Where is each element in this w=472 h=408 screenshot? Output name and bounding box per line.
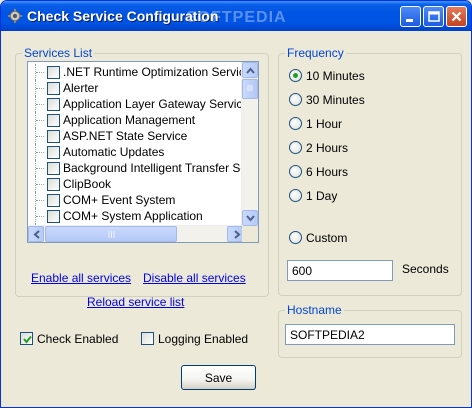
scroll-right-button[interactable] [227,226,243,242]
frequency-radio[interactable] [289,141,302,154]
check-enabled-label: Check Enabled [37,332,119,346]
enable-all-services-link[interactable]: Enable all services [31,271,131,285]
grip-icon [247,85,253,91]
scroll-down-button[interactable] [242,210,258,226]
tree-connector [35,128,46,144]
service-list-item[interactable]: Background Intelligent Transfer Service [28,160,243,176]
services-items: .NET Runtime Optimization Service v2 Aler… [28,64,243,228]
custom-label: Custom [306,231,348,245]
disable-all-services-link[interactable]: Disable all services [143,271,246,285]
softpedia-watermark: SOFTPEDIA [186,9,287,26]
tree-connector [35,112,46,128]
service-label: Application Layer Gateway Service [63,97,243,111]
scroll-corner [242,226,258,242]
checkmark-icon [23,335,32,344]
vertical-scroll-thumb[interactable] [242,79,258,99]
hostname-legend: Hostname [285,303,344,317]
frequency-radio[interactable] [289,93,302,106]
frequency-radio[interactable] [289,189,302,202]
service-label: Background Intelligent Transfer Service [63,161,243,175]
gear-icon [7,8,23,24]
service-list-item[interactable]: COM+ Event System [28,192,243,208]
service-checkbox[interactable] [47,178,60,191]
scroll-up-button[interactable] [242,62,258,78]
service-list-item[interactable]: Automatic Updates [28,144,243,160]
arrow-up-icon [246,67,255,74]
arrow-down-icon [246,215,255,222]
service-list-item[interactable]: ClipBook [28,176,243,192]
service-label: Automatic Updates [63,145,165,159]
frequency-radio[interactable] [289,117,302,130]
check-service-configuration-window: Check Service Configuration SOFTPEDIA Se… [0,0,472,408]
service-list-item[interactable]: ASP.NET State Service [28,128,243,144]
frequency-label: 1 Day [306,189,338,203]
arrow-right-icon [234,230,241,239]
hostname-input[interactable] [285,324,455,345]
tree-connector [35,144,46,160]
horizontal-scroll-thumb[interactable] [45,226,177,242]
service-label: ASP.NET State Service [63,129,188,143]
minimize-icon [406,19,413,22]
logging-enabled-label: Logging Enabled [158,332,249,346]
service-checkbox[interactable] [47,210,60,223]
tree-connector [35,64,46,80]
frequency-label: 10 Minutes [306,69,365,83]
service-label: Application Management [63,113,196,127]
save-button[interactable]: Save [181,365,256,390]
service-checkbox[interactable] [47,114,60,127]
seconds-label: Seconds [402,262,449,276]
service-list-item[interactable]: .NET Runtime Optimization Service v2 [28,64,243,80]
arrow-left-icon [33,230,40,239]
grip-icon [108,231,115,238]
service-label: Alerter [63,81,99,95]
frequency-radio[interactable] [289,165,302,178]
frequency-radio[interactable] [289,69,302,82]
frequency-legend: Frequency [285,46,346,60]
title-bar[interactable]: Check Service Configuration SOFTPEDIA [1,1,471,31]
maximize-button[interactable] [423,6,444,27]
close-icon [451,11,462,22]
logging-enabled-box[interactable] [141,332,154,345]
services-tree-list[interactable]: .NET Runtime Optimization Service v2 Aler… [27,61,259,243]
service-label: COM+ System Application [63,209,203,223]
minimize-button[interactable] [400,6,421,27]
reload-service-list-link[interactable]: Reload service list [87,295,184,309]
custom-radio[interactable] [289,231,302,244]
frequency-label: 1 Hour [306,117,343,131]
close-button[interactable] [446,6,467,27]
service-checkbox[interactable] [47,130,60,143]
service-checkbox[interactable] [47,146,60,159]
horizontal-scrollbar[interactable] [28,225,243,242]
service-list-item[interactable]: Alerter [28,80,243,96]
maximize-icon [428,11,440,22]
service-list-item[interactable]: COM+ System Application [28,208,243,224]
service-label: ClipBook [63,177,112,191]
services-list-legend: Services List [22,46,95,60]
scroll-left-button[interactable] [28,226,44,242]
custom-seconds-input[interactable] [287,260,393,281]
tree-connector [35,160,46,176]
tree-connector [35,192,46,208]
radio-dot [293,73,298,78]
tree-connector [35,176,46,192]
frequency-label: 30 Minutes [306,93,365,107]
service-label: COM+ Event System [63,193,176,207]
service-checkbox[interactable] [47,194,60,207]
vertical-scrollbar[interactable] [241,62,258,226]
frequency-label: 6 Hours [306,165,349,179]
frequency-label: 2 Hours [306,141,349,155]
service-label: .NET Runtime Optimization Service v2 [63,65,243,79]
check-enabled-box[interactable] [20,332,33,345]
tree-connector [35,96,46,112]
service-checkbox[interactable] [47,66,60,79]
service-checkbox[interactable] [47,162,60,175]
service-list-item[interactable]: Application Layer Gateway Service [28,96,243,112]
service-list-item[interactable]: Application Management [28,112,243,128]
service-checkbox[interactable] [47,98,60,111]
service-checkbox[interactable] [47,82,60,95]
tree-connector [35,208,46,224]
tree-connector [35,80,46,96]
